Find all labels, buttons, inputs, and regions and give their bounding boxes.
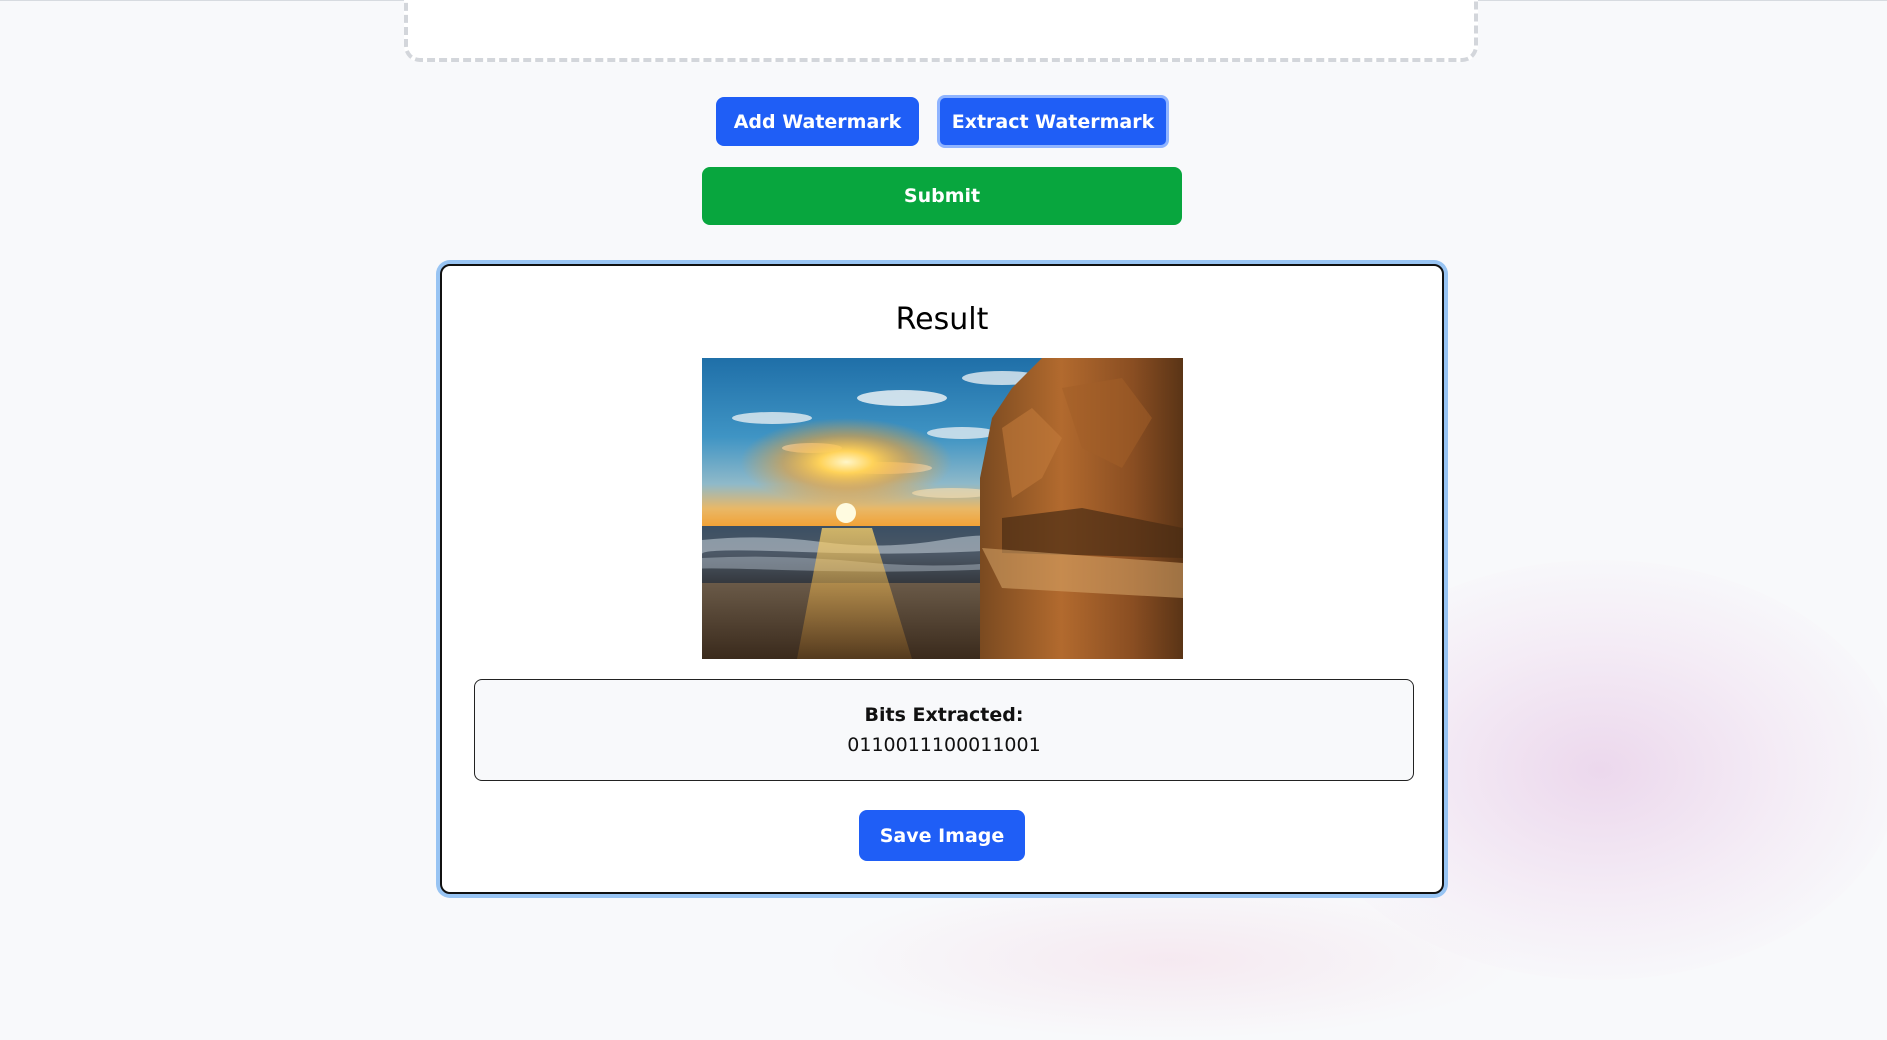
result-title: Result xyxy=(895,302,989,337)
save-image-button[interactable]: Save Image xyxy=(859,810,1025,861)
submit-button[interactable]: Submit xyxy=(702,167,1182,225)
result-panel: Result Bits Extracted: 0110011100011001 … xyxy=(440,264,1444,894)
add-watermark-button[interactable]: Add Watermark xyxy=(716,97,919,146)
bits-extracted-label: Bits Extracted: xyxy=(864,704,1024,726)
bits-extracted-box: Bits Extracted: 0110011100011001 xyxy=(474,679,1414,781)
bits-extracted-value: 0110011100011001 xyxy=(847,734,1041,756)
extract-watermark-button[interactable]: Extract Watermark xyxy=(937,95,1169,148)
image-upload-dropzone[interactable] xyxy=(404,0,1478,62)
result-image xyxy=(702,358,1183,659)
background-glow-bottom xyxy=(820,880,1520,1040)
